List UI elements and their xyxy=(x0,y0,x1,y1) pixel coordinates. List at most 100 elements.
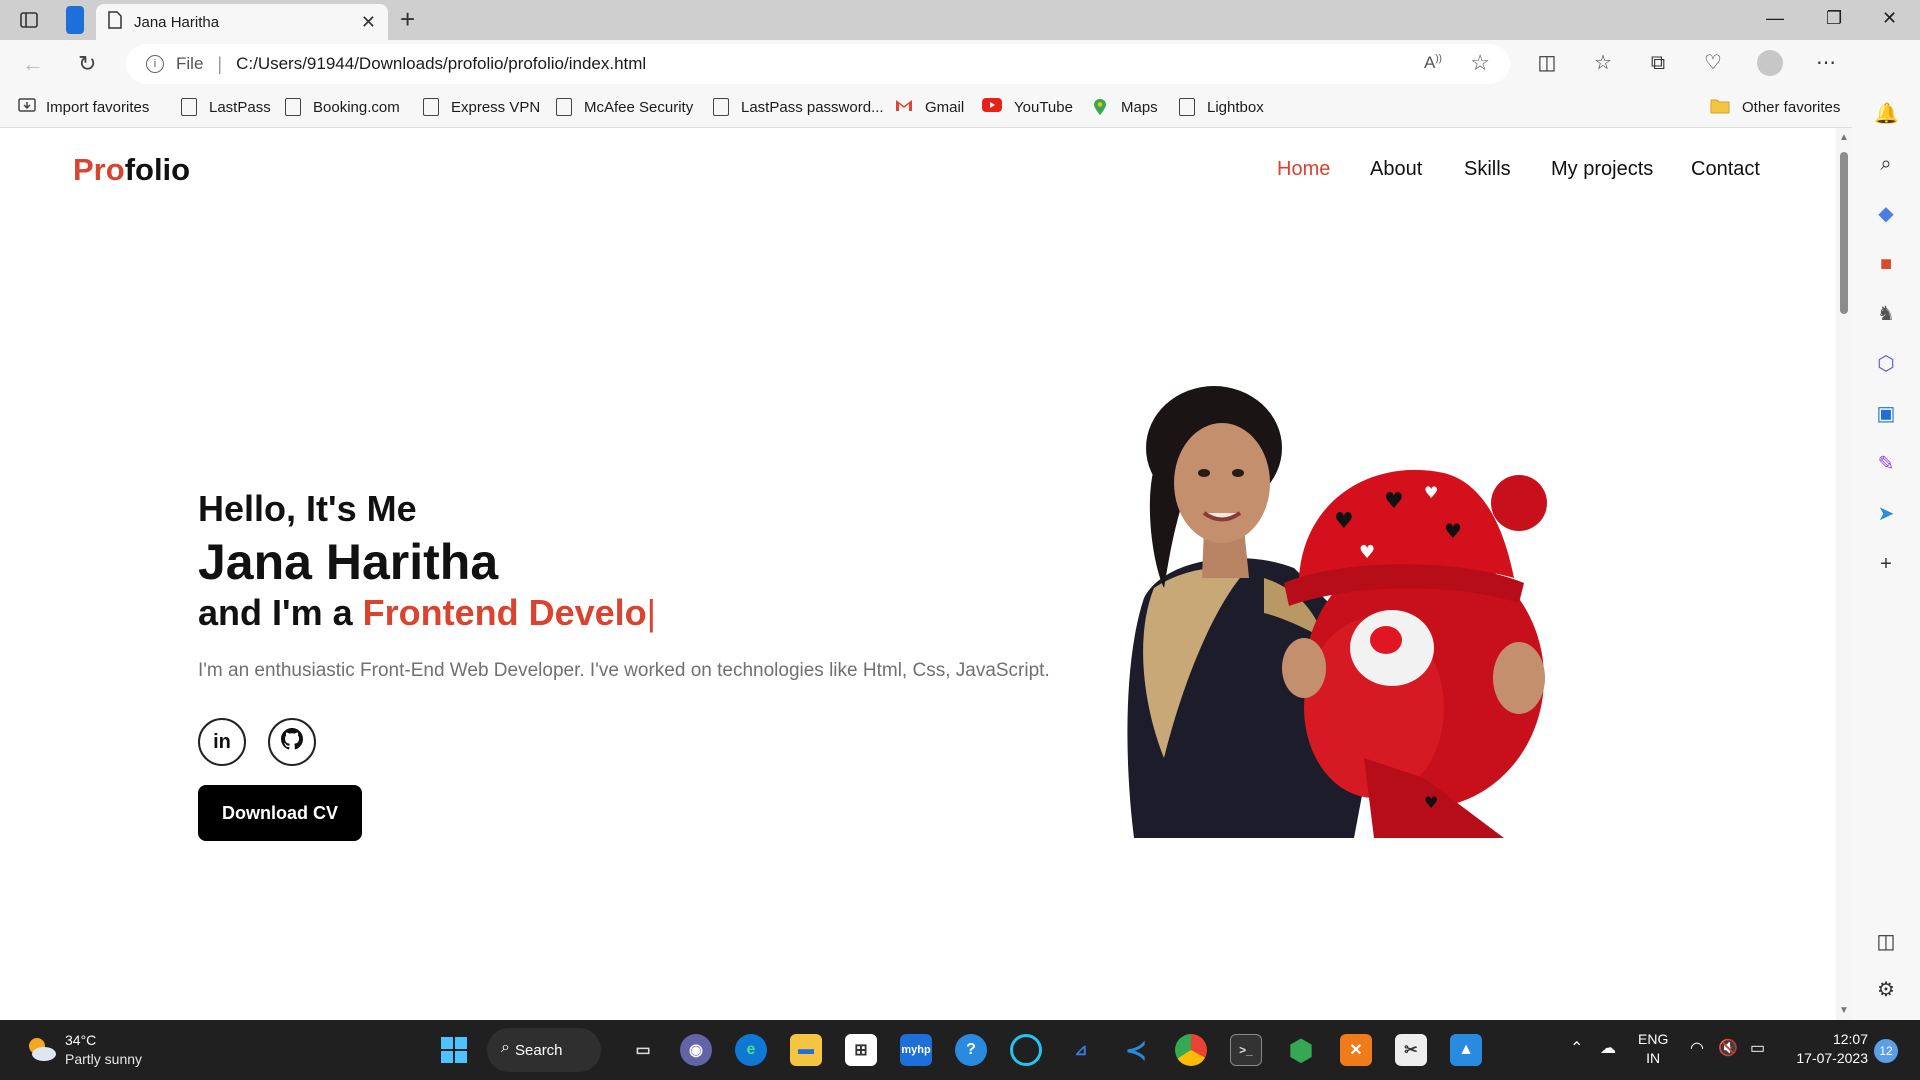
close-window-icon[interactable]: ✕ xyxy=(1882,8,1897,29)
weather-temperature[interactable]: 34°C xyxy=(65,1032,96,1048)
bookmark-lastpass[interactable]: LastPass xyxy=(181,98,271,116)
close-tab-icon[interactable]: ✕ xyxy=(361,12,376,33)
tab-actions-icon[interactable] xyxy=(18,9,40,31)
bookmark-lastpass-password[interactable]: LastPass password... xyxy=(713,98,884,116)
hero-greeting: Hello, It's Me xyxy=(198,488,417,529)
info-icon[interactable]: i xyxy=(146,55,164,73)
terminal-icon[interactable]: >_ xyxy=(1230,1034,1262,1066)
bookmark-import-favorites[interactable]: Import favorites xyxy=(18,98,149,116)
send-icon[interactable]: ➤ xyxy=(1874,502,1898,526)
hp-support-icon[interactable]: ⊿ xyxy=(1065,1034,1097,1066)
other-favorites[interactable]: Other favorites xyxy=(1710,98,1840,116)
profile-icon[interactable] xyxy=(1757,50,1783,76)
logo-text: folio xyxy=(124,152,191,187)
edge-icon[interactable]: e xyxy=(735,1034,767,1066)
notification-badge[interactable]: 12 xyxy=(1874,1039,1898,1063)
url-text[interactable]: C:/Users/91944/Downloads/profolio/profol… xyxy=(236,54,646,74)
address-row: ← ↻ i File | C:/Users/91944/Downloads/pr… xyxy=(0,40,1920,88)
shopping-icon[interactable]: ◆ xyxy=(1874,202,1898,226)
teams-chat-icon[interactable]: ◉ xyxy=(680,1034,712,1066)
minimize-icon[interactable]: — xyxy=(1766,8,1784,29)
show-hidden-icons[interactable]: ⌃ xyxy=(1570,1038,1583,1058)
settings-icon[interactable]: ⚙ xyxy=(1874,978,1898,1002)
favorites-icon[interactable]: ☆ xyxy=(1590,51,1616,75)
tab-bar: Jana Haritha ✕ + — ❐ ✕ xyxy=(0,0,1920,40)
browser-essentials-icon[interactable]: ♡ xyxy=(1700,51,1726,75)
bookmark-youtube[interactable]: YouTube xyxy=(982,98,1073,116)
myhp-icon[interactable]: myhp xyxy=(900,1034,932,1066)
read-aloud-icon[interactable]: A)) xyxy=(1424,53,1442,73)
bookmark-gmail[interactable]: Gmail xyxy=(895,98,964,116)
onedrive-icon[interactable]: ☁ xyxy=(1600,1038,1616,1058)
taskbar-search[interactable]: ⌕ Search xyxy=(487,1028,601,1072)
bookmark-maps[interactable]: Maps xyxy=(1093,98,1158,116)
divider: | xyxy=(217,53,223,74)
xampp-icon[interactable]: ✕ xyxy=(1340,1034,1372,1066)
page-scrollbar[interactable]: ▲ ▼ xyxy=(1836,128,1852,1020)
get-help-icon[interactable]: ? xyxy=(955,1034,987,1066)
site-logo[interactable]: Profolio xyxy=(73,152,190,188)
photos-icon[interactable]: ▲ xyxy=(1450,1034,1482,1066)
region-code: IN xyxy=(1646,1050,1661,1066)
weather-description[interactable]: Partly sunny xyxy=(65,1051,142,1067)
scroll-down-icon[interactable]: ▼ xyxy=(1839,1005,1849,1016)
clock[interactable]: 12:07 17-07-2023 xyxy=(1756,1030,1868,1068)
nodejs-icon[interactable]: ⬢ xyxy=(1285,1034,1317,1066)
refresh-icon[interactable]: ↻ xyxy=(78,52,96,76)
scrollbar-thumb[interactable] xyxy=(1840,152,1848,314)
add-icon[interactable]: + xyxy=(1874,552,1898,576)
download-cv-button[interactable]: Download CV xyxy=(198,785,362,841)
language-code: ENG xyxy=(1638,1031,1669,1047)
volume-muted-icon[interactable]: 🔇 xyxy=(1718,1038,1738,1058)
microsoft-store-icon[interactable]: ⊞ xyxy=(845,1034,877,1066)
chrome-icon[interactable] xyxy=(1175,1034,1207,1066)
more-options-icon[interactable]: ⋯ xyxy=(1813,51,1839,75)
games-icon[interactable]: ♞ xyxy=(1874,302,1898,326)
language-indicator[interactable]: ENG IN xyxy=(1638,1030,1668,1068)
page-icon xyxy=(713,98,729,116)
split-screen-icon[interactable]: ◫ xyxy=(1534,51,1560,75)
collections-icon[interactable]: ⧉ xyxy=(1645,51,1671,75)
task-view-icon[interactable]: ▭ xyxy=(627,1034,659,1066)
outlook-icon[interactable]: ▣ xyxy=(1874,402,1898,426)
vscode-icon[interactable]: ≺ xyxy=(1120,1034,1152,1066)
bookmark-mcafee[interactable]: McAfee Security xyxy=(556,98,693,116)
notifications-icon[interactable]: 🔔 xyxy=(1874,102,1899,126)
microsoft-365-icon[interactable]: ⬡ xyxy=(1874,352,1898,376)
bookmark-express-vpn[interactable]: Express VPN xyxy=(423,98,540,116)
bookmark-label: Express VPN xyxy=(451,98,541,116)
address-bar[interactable]: i File | C:/Users/91944/Downloads/profol… xyxy=(126,44,1510,84)
back-icon[interactable]: ← xyxy=(22,52,44,76)
nav-skills[interactable]: Skills xyxy=(1464,158,1511,181)
snipping-tool-icon[interactable]: ✂ xyxy=(1395,1034,1427,1066)
bookmark-lightbox[interactable]: Lightbox xyxy=(1179,98,1264,116)
github-link[interactable] xyxy=(268,718,316,766)
hide-sidebar-icon[interactable]: ◫ xyxy=(1874,930,1898,954)
search-icon[interactable]: ⌕ xyxy=(1874,152,1898,176)
scroll-up-icon[interactable]: ▲ xyxy=(1839,132,1849,143)
designer-icon[interactable]: ✎ xyxy=(1874,452,1898,476)
alexa-icon[interactable] xyxy=(1010,1034,1042,1066)
restore-icon[interactable]: ❐ xyxy=(1826,8,1842,29)
nav-contact[interactable]: Contact xyxy=(1691,158,1760,181)
tools-icon[interactable]: ■ xyxy=(1874,252,1898,276)
tab-title: Jana Haritha xyxy=(134,13,220,31)
new-tab-button[interactable]: + xyxy=(400,6,415,32)
bookmark-booking[interactable]: Booking.com xyxy=(285,98,400,116)
workspaces-icon[interactable] xyxy=(66,6,84,34)
partly-sunny-icon[interactable] xyxy=(24,1034,58,1064)
bookmark-label: McAfee Security xyxy=(584,98,694,116)
hero-intro: I'm an enthusiastic Front-End Web Develo… xyxy=(198,660,1050,681)
wifi-icon[interactable]: ◠ xyxy=(1690,1038,1704,1058)
nav-about[interactable]: About xyxy=(1370,158,1422,181)
youtube-icon xyxy=(982,98,1002,116)
favorite-star-icon[interactable]: ☆ xyxy=(1470,50,1490,76)
bookmark-label: LastPass xyxy=(209,98,271,116)
browser-tab[interactable]: Jana Haritha ✕ xyxy=(96,4,388,40)
nav-home[interactable]: Home xyxy=(1277,158,1330,181)
linkedin-link[interactable]: in xyxy=(198,718,246,766)
start-icon[interactable] xyxy=(438,1034,470,1066)
svg-text:♥: ♥ xyxy=(1384,489,1404,514)
file-explorer-icon[interactable]: ▬ xyxy=(790,1034,822,1066)
nav-my-projects[interactable]: My projects xyxy=(1551,158,1653,181)
